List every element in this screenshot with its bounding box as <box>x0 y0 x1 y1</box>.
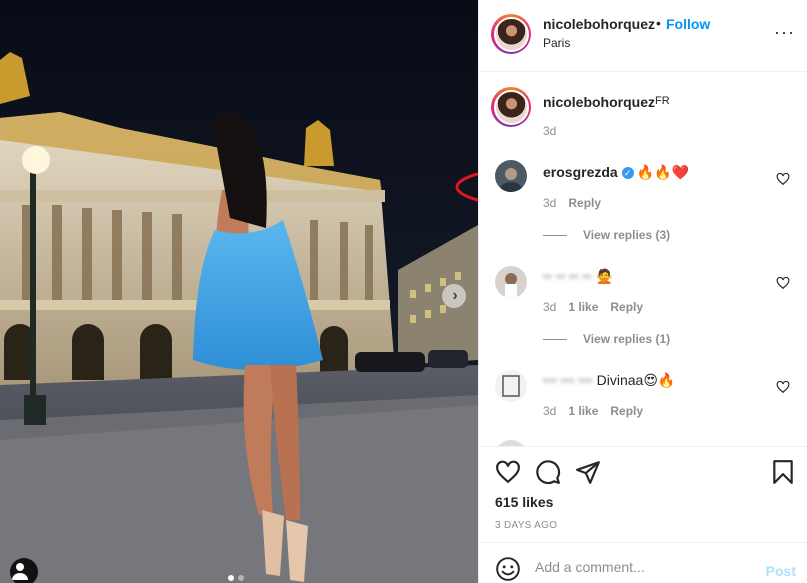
post-side-panel: nicolebohorquez • Follow Paris ··· nicol… <box>478 0 807 583</box>
caption-username[interactable]: nicolebohorquez <box>543 94 655 110</box>
commenter-username-redacted[interactable]: ··· ··· ··· <box>543 372 593 388</box>
comment-like-heart-icon[interactable] <box>776 276 790 290</box>
follow-button[interactable]: Follow <box>666 16 710 32</box>
bookmark-icon[interactable] <box>770 459 796 485</box>
commenter-avatar[interactable] <box>495 266 527 298</box>
comment-time[interactable]: 3d <box>543 300 556 314</box>
carousel-dot <box>228 575 234 581</box>
commenter-avatar[interactable] <box>495 370 527 402</box>
comment-item: ·· ·· ·· ·· 🙅 3d 1 like Reply <box>479 264 807 324</box>
comment-icon[interactable] <box>535 459 561 485</box>
post-photo[interactable]: › <box>0 0 478 583</box>
commenter-username-redacted[interactable]: ·· ·· ·· ·· <box>543 268 592 284</box>
post-location[interactable]: Paris <box>543 36 570 50</box>
share-icon[interactable] <box>575 459 601 485</box>
caption-avatar[interactable] <box>491 87 531 127</box>
author-username[interactable]: nicolebohorquez <box>543 16 655 32</box>
commenter-avatar[interactable] <box>495 160 527 192</box>
commenter-username[interactable]: erosgrezda <box>543 164 618 180</box>
comment-input[interactable] <box>535 559 755 575</box>
more-options-icon[interactable]: ··· <box>774 22 795 43</box>
comment-meta: 3d 1 like Reply <box>543 300 643 314</box>
author-avatar[interactable] <box>491 14 531 54</box>
post-date[interactable]: 3 DAYS AGO <box>495 520 557 531</box>
flag-emoji: FR <box>655 95 670 107</box>
comments-list[interactable]: nicolebohorquez FR 3d erosgrezda ✓ 🔥🔥❤️ 3d… <box>479 72 807 446</box>
chevron-right-icon: › <box>452 287 458 304</box>
comment-text: erosgrezda ✓ 🔥🔥❤️ <box>543 164 689 180</box>
carousel-indicator <box>228 575 244 581</box>
carousel-dot <box>238 575 244 581</box>
comment-meta: 3d 1 like Reply <box>543 404 643 418</box>
comment-item: erosgrezda ✓ 🔥🔥❤️ 3d Reply <box>479 160 807 220</box>
post-header: nicolebohorquez • Follow Paris ··· <box>479 0 807 72</box>
add-comment-bar: Post <box>479 542 807 583</box>
replies-divider <box>543 338 567 340</box>
user-tag-icon <box>12 563 28 580</box>
comment-likes[interactable]: 1 like <box>568 300 598 314</box>
comment-reply-button[interactable]: Reply <box>568 196 601 210</box>
comment-item-partial <box>479 436 807 446</box>
replies-divider <box>543 234 567 236</box>
carousel-next-button[interactable]: › <box>442 284 466 308</box>
verified-badge-icon: ✓ <box>621 167 634 179</box>
tagged-users-button[interactable] <box>10 558 38 583</box>
view-replies-button[interactable]: View replies (3) <box>543 228 670 242</box>
post-actions: 615 likes 3 DAYS AGO <box>479 446 807 542</box>
post-comment-button[interactable]: Post <box>766 563 796 579</box>
likes-count[interactable]: 615 likes <box>495 494 553 510</box>
comment-like-heart-icon[interactable] <box>776 172 790 186</box>
view-replies-button[interactable]: View replies (1) <box>543 332 670 346</box>
comment-likes[interactable]: 1 like <box>568 404 598 418</box>
photo-scene <box>0 0 478 583</box>
comment-text: ··· ··· ··· Divinaa😍🔥 <box>543 372 676 388</box>
emoji-icon[interactable] <box>495 556 521 582</box>
comment-reply-button[interactable]: Reply <box>610 404 643 418</box>
header-separator: • <box>656 15 661 31</box>
comment-text: ·· ·· ·· ·· 🙅 <box>543 268 614 284</box>
comment-like-heart-icon[interactable] <box>776 380 790 394</box>
comment-reply-button[interactable]: Reply <box>610 300 643 314</box>
comment-time[interactable]: 3d <box>543 404 556 418</box>
heart-icon[interactable] <box>495 459 521 485</box>
caption-time[interactable]: 3d <box>543 124 556 138</box>
comment-item: ··· ··· ··· Divinaa😍🔥 3d 1 like Reply <box>479 368 807 428</box>
comment-time[interactable]: 3d <box>543 196 556 210</box>
comment-meta: 3d Reply <box>543 196 601 210</box>
